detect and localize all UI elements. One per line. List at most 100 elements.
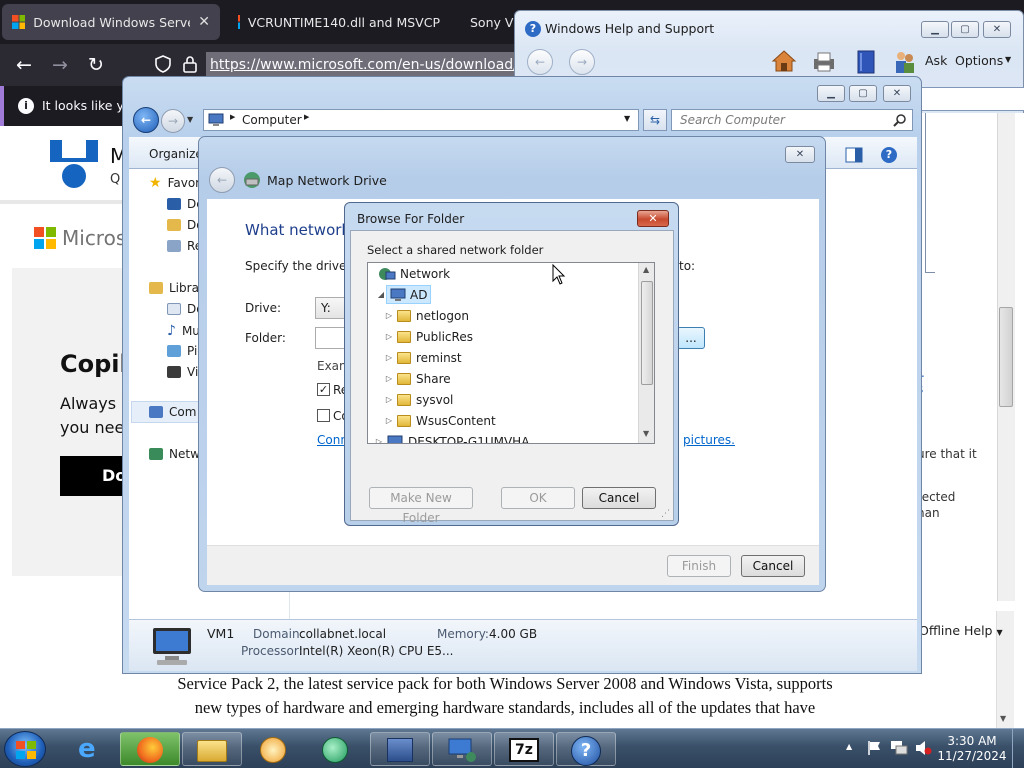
browser-tab-sony[interactable]: Sony V — [452, 4, 522, 40]
forward-arrow-icon[interactable]: → — [569, 49, 595, 75]
breadcrumb-computer[interactable]: Computer — [242, 113, 302, 127]
breadcrumb-arrow-icon[interactable]: ▶ — [230, 113, 235, 121]
resize-grip-icon[interactable]: ⋰ — [661, 509, 670, 519]
collapsed-arrow-icon[interactable]: ▷ — [384, 416, 394, 425]
collapsed-arrow-icon[interactable]: ▷ — [384, 332, 394, 341]
home-icon[interactable] — [771, 49, 797, 73]
print-icon[interactable] — [811, 51, 837, 73]
tab-close-icon[interactable]: ✕ — [198, 14, 210, 30]
tree-item-share[interactable]: ▷ Share — [384, 368, 654, 389]
close-button[interactable]: ✕ — [883, 85, 911, 102]
network-status-icon[interactable] — [890, 740, 908, 756]
make-new-folder-button[interactable]: Make New Folder — [369, 487, 473, 525]
tree-item-share[interactable]: ▷ sysvol — [384, 389, 654, 410]
preview-pane-icon[interactable] — [845, 147, 863, 163]
nav-item-libraries[interactable]: Libra — [149, 281, 199, 295]
url-input[interactable]: https://www.microsoft.com/en-us/download… — [206, 52, 526, 78]
search-input[interactable]: Search Computer — [671, 109, 913, 131]
chevron-down-icon[interactable]: ▼ — [187, 115, 193, 124]
address-bar[interactable]: ▶ Computer ▶ ▼ — [203, 109, 639, 131]
tree-scrollbar[interactable]: ▲ ▼ — [638, 263, 654, 443]
forward-arrow-icon[interactable]: → — [49, 54, 71, 76]
taskbar-firefox[interactable] — [120, 732, 180, 766]
browse-button[interactable]: ... — [677, 327, 705, 349]
back-arrow-icon[interactable]: ← — [13, 54, 35, 76]
close-button[interactable]: ✕ — [785, 146, 815, 163]
taskbar-internet-explorer[interactable]: e — [60, 732, 120, 766]
collapsed-arrow-icon[interactable]: ▷ — [384, 374, 394, 383]
organize-button[interactable]: Organize — [149, 147, 203, 161]
chevron-down-icon[interactable]: ▼ — [624, 114, 630, 123]
different-credentials-checkbox[interactable] — [317, 409, 330, 422]
browser-tab-download-windows-server[interactable]: Download Windows Server 2008 ✕ — [2, 4, 220, 40]
back-arrow-icon[interactable]: ← — [209, 167, 235, 193]
action-center-flag-icon[interactable] — [866, 740, 882, 756]
collapsed-arrow-icon[interactable]: ▷ — [384, 395, 394, 404]
cancel-button[interactable]: Cancel — [741, 555, 805, 577]
download-button[interactable]: Downl — [60, 456, 158, 496]
system-clock[interactable]: 3:30 AM 11/27/2024 — [936, 734, 1008, 764]
close-button[interactable]: ✕ — [983, 21, 1011, 38]
folder-tree[interactable]: Network ◢ AD ▷ netlogon ▷ PublicRes ▷ remin… — [367, 262, 655, 444]
taskbar-virtualbox[interactable] — [370, 732, 430, 766]
start-button[interactable] — [4, 731, 46, 767]
tree-item-desktop-computer[interactable]: ▷ DESKTOP-G1UMVHA — [374, 431, 644, 443]
scroll-down-icon[interactable]: ▼ — [1000, 714, 1006, 723]
cancel-button[interactable]: Cancel — [582, 487, 656, 509]
scroll-down-icon[interactable]: ▼ — [643, 429, 649, 438]
tree-item-network[interactable]: Network — [368, 263, 638, 284]
taskbar-explorer[interactable] — [182, 732, 242, 766]
collapsed-arrow-icon[interactable]: ▷ — [384, 353, 394, 362]
nav-item-favorites[interactable]: ★ Favor — [149, 175, 200, 191]
tree-item-ad[interactable]: ◢ AD — [376, 284, 646, 305]
minimize-button[interactable]: ▁ — [921, 21, 949, 38]
offline-help-button[interactable]: Offline Help ▼ — [919, 623, 1003, 638]
options-button[interactable]: Options — [955, 53, 1003, 68]
maximize-button[interactable]: ▢ — [951, 21, 979, 38]
maximize-button[interactable]: ▢ — [849, 85, 877, 102]
lock-icon[interactable] — [182, 55, 198, 73]
help-search-input[interactable] — [921, 87, 1024, 111]
volume-muted-icon[interactable] — [914, 740, 932, 756]
ask-button[interactable]: Ask — [925, 53, 947, 68]
back-arrow-icon[interactable]: ← — [133, 107, 159, 133]
taskbar-app[interactable] — [306, 732, 366, 766]
collapsed-arrow-icon[interactable]: ▷ — [374, 437, 384, 443]
back-arrow-icon[interactable]: ← — [527, 49, 553, 75]
tree-item-share[interactable]: ▷ reminst — [384, 347, 654, 368]
nav-item-network[interactable]: Netw — [149, 447, 200, 461]
shield-icon[interactable] — [154, 55, 172, 73]
search-icon[interactable] — [893, 113, 907, 127]
browser-tab-vcruntime[interactable]: VCRUNTIME140.dll and MSVCP — [228, 4, 450, 40]
taskbar-network-drive[interactable] — [432, 732, 492, 766]
ok-button[interactable]: OK — [501, 487, 575, 509]
tree-item-share[interactable]: ▷ WsusContent — [384, 410, 654, 431]
nav-item-computer[interactable]: Com — [149, 405, 196, 419]
help-scroll-thumb[interactable] — [999, 307, 1013, 407]
breadcrumb-arrow-icon[interactable]: ▶ — [304, 113, 309, 121]
reload-icon[interactable]: ↻ — [85, 54, 107, 76]
taskbar-7zip[interactable]: 7z — [494, 732, 554, 766]
book-icon[interactable] — [855, 49, 877, 75]
close-button[interactable]: ✕ — [637, 210, 669, 227]
tree-item-share[interactable]: ▷ netlogon — [384, 305, 654, 326]
taskbar-help[interactable]: ? — [556, 732, 616, 766]
connect-website-link-end[interactable]: pictures. — [683, 433, 735, 447]
ask-people-icon[interactable] — [893, 49, 917, 75]
tree-item-share[interactable]: ▷ PublicRes — [384, 326, 654, 347]
forward-arrow-icon[interactable]: → — [161, 109, 185, 133]
reconnect-checkbox[interactable]: ✓ — [317, 383, 330, 396]
nav-item-music[interactable]: ♪ Mu — [167, 323, 200, 339]
tree-scroll-thumb[interactable] — [641, 281, 653, 385]
finish-button[interactable]: Finish — [667, 555, 731, 577]
help-icon[interactable]: ? — [881, 147, 897, 163]
taskbar-media-player[interactable] — [244, 732, 304, 766]
minimize-button[interactable]: ▁ — [817, 85, 845, 102]
show-desktop-button[interactable] — [1012, 729, 1024, 768]
show-hidden-icons-icon[interactable]: ▲ — [846, 742, 852, 751]
refresh-icon[interactable]: ⇆ — [643, 109, 667, 131]
collapsed-arrow-icon[interactable]: ▷ — [384, 311, 394, 320]
chevron-down-icon[interactable]: ▼ — [1005, 55, 1011, 64]
expanded-arrow-icon[interactable]: ◢ — [376, 290, 386, 299]
scroll-up-icon[interactable]: ▲ — [643, 265, 649, 274]
